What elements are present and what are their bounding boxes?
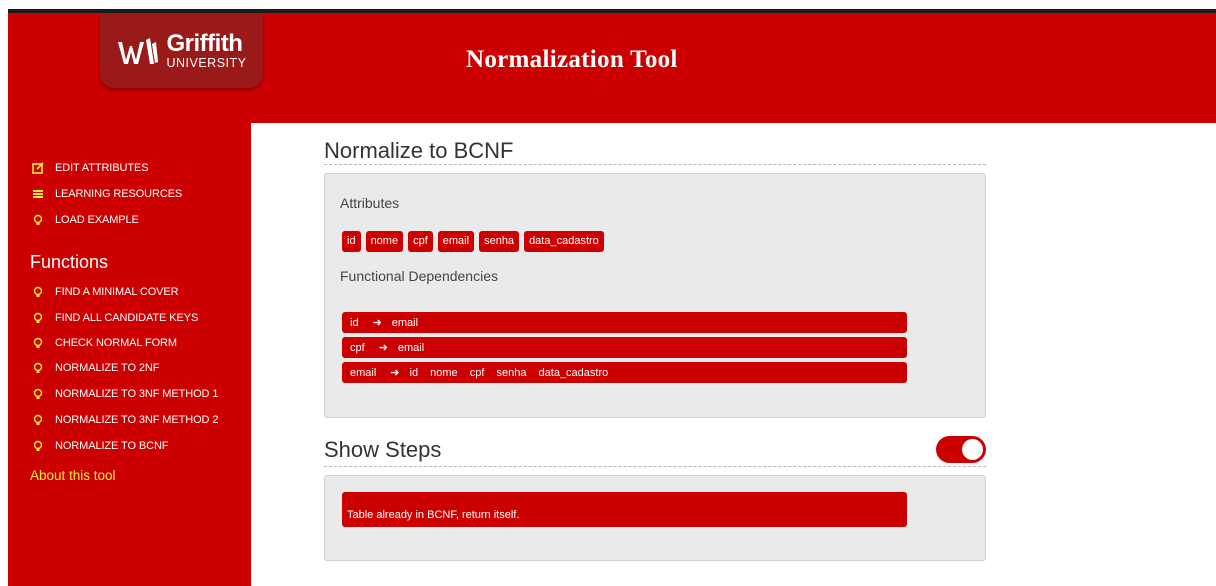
sidebar-item-label: EDIT ATTRIBUTES	[55, 162, 149, 174]
steps-panel: Table already in BCNF, return itself.	[324, 475, 986, 561]
sidebar-item-check-normal-form[interactable]: CHECK NORMAL FORM	[32, 337, 177, 349]
dependency-rhs-attribute: email	[397, 341, 425, 354]
griffith-logo-icon	[118, 37, 159, 64]
attribute-list: id nome cpf email senha data_cadastro	[342, 231, 604, 252]
dependency-rhs-attribute: email	[391, 316, 419, 329]
steps-message: Table already in BCNF, return itself.	[342, 492, 907, 527]
arrow-right-icon: ➜	[390, 367, 400, 379]
dependency-row: email ➜ id nome cpf senha data_cadastro	[342, 362, 907, 383]
relation-panel: Attributes id nome cpf email senha data_…	[324, 173, 986, 418]
logo-subtitle: UNIVERSITY	[166, 55, 247, 70]
sidebar: EDIT ATTRIBUTES LEARNING RESOURCES LOAD …	[8, 123, 251, 586]
attributes-label: Attributes	[340, 195, 400, 211]
page-title: Normalize to BCNF	[324, 138, 514, 163]
app-title: Normalization Tool	[466, 46, 678, 73]
functions-heading: Functions	[30, 252, 109, 272]
sidebar-item-label: NORMALIZE TO 3NF METHOD 1	[55, 388, 219, 400]
sidebar-item-minimal-cover[interactable]: FIND A MINIMAL COVER	[32, 286, 179, 298]
dependency-lhs: cpf	[350, 341, 365, 354]
sidebar-item-label: LEARNING RESOURCES	[55, 188, 183, 200]
sidebar-item-edit-attributes[interactable]: EDIT ATTRIBUTES	[32, 162, 149, 174]
show-steps-toggle[interactable]	[936, 436, 986, 463]
sidebar-item-load-example[interactable]: LOAD EXAMPLE	[32, 214, 139, 226]
dependency-lhs: email	[350, 366, 377, 379]
bulb-icon	[32, 286, 44, 298]
attribute-chip: email	[437, 231, 475, 252]
sidebar-item-label: FIND A MINIMAL COVER	[55, 286, 179, 298]
sidebar-item-learning-resources[interactable]: LEARNING RESOURCES	[32, 188, 182, 200]
edit-icon	[32, 162, 44, 174]
attribute-chip: id	[342, 231, 361, 252]
logo-name: Griffith	[166, 29, 243, 57]
about-link[interactable]: About this tool	[30, 468, 116, 483]
attribute-chip: senha	[479, 231, 520, 252]
attribute-chip: nome	[365, 231, 404, 252]
logo-text: Griffith UNIVERSITY	[166, 29, 247, 70]
dependency-rhs: email	[398, 342, 433, 354]
university-logo[interactable]: Griffith UNIVERSITY	[100, 13, 263, 88]
arrow-right-icon: ➜	[378, 342, 388, 354]
bulb-icon	[32, 312, 44, 324]
sidebar-item-label: NORMALIZE TO BCNF	[55, 440, 169, 452]
sidebar-item-normalize-3nf-method-1[interactable]: NORMALIZE TO 3NF METHOD 1	[32, 388, 218, 400]
sidebar-item-normalize-bcnf[interactable]: NORMALIZE TO BCNF	[32, 440, 169, 452]
sidebar-item-label: FIND ALL CANDIDATE KEYS	[55, 312, 199, 324]
title-divider	[324, 164, 986, 165]
sidebar-item-label: NORMALIZE TO 3NF METHOD 2	[55, 414, 219, 426]
book-icon	[32, 188, 44, 200]
attribute-chip: cpf	[408, 231, 433, 252]
dependency-rhs-attribute: id	[409, 366, 419, 379]
dependency-rhs-attribute: data_cadastro	[538, 366, 609, 379]
steps-divider	[324, 466, 986, 467]
dependency-rhs-attribute: senha	[496, 366, 527, 379]
arrow-right-icon: ➜	[372, 317, 382, 329]
bulb-icon	[32, 414, 44, 426]
dependency-row: cpf ➜ email	[342, 337, 907, 358]
steps-title: Show Steps	[324, 437, 442, 462]
bulb-icon	[32, 440, 44, 452]
dependency-lhs: id	[350, 316, 359, 329]
sidebar-item-normalize-3nf-method-2[interactable]: NORMALIZE TO 3NF METHOD 2	[32, 414, 218, 426]
sidebar-item-candidate-keys[interactable]: FIND ALL CANDIDATE KEYS	[32, 312, 198, 324]
dependency-rhs-attribute: cpf	[469, 366, 485, 379]
sidebar-item-label: CHECK NORMAL FORM	[55, 337, 177, 349]
dependency-rhs-attribute: nome	[430, 366, 458, 379]
dependency-rhs: email	[392, 317, 427, 329]
dependency-row: id ➜ email	[342, 312, 907, 333]
bulb-icon	[32, 214, 44, 226]
sidebar-item-label: LOAD EXAMPLE	[55, 214, 139, 226]
attribute-chip: data_cadastro	[524, 231, 604, 252]
browser-top-strip	[0, 0, 1216, 27]
dependency-rhs: id nome cpf senha data_cadastro	[410, 367, 618, 379]
fd-label: Functional Dependencies	[340, 268, 498, 284]
sidebar-item-label: NORMALIZE TO 2NF	[55, 362, 160, 374]
toggle-knob	[962, 439, 983, 460]
bulb-icon	[32, 337, 44, 349]
bulb-icon	[32, 362, 44, 374]
bulb-icon	[32, 388, 44, 400]
sidebar-item-normalize-2nf[interactable]: NORMALIZE TO 2NF	[32, 362, 159, 374]
